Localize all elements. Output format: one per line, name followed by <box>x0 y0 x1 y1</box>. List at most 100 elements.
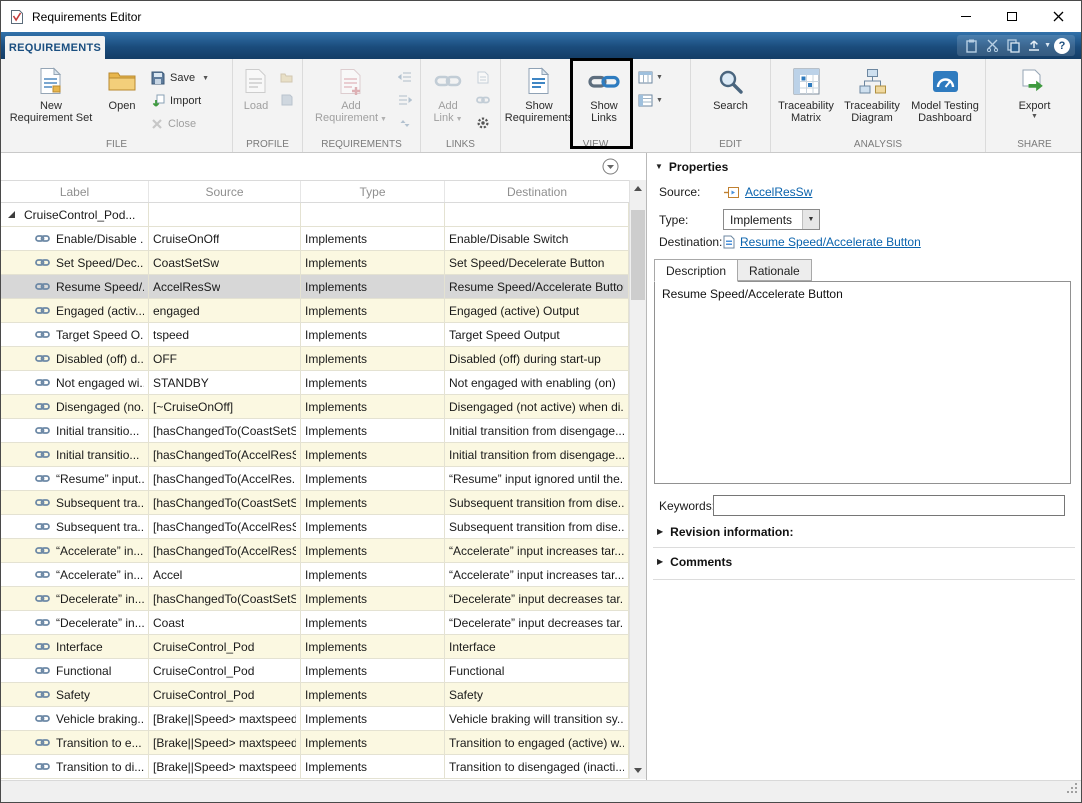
close-file-label: Close <box>168 118 196 130</box>
properties-header[interactable]: ▼ Properties <box>655 160 728 174</box>
table-row[interactable]: Transition to e... [Brake||Speed> maxtsp… <box>1 731 629 755</box>
view-columns-dropdown[interactable]: ▼ <box>638 69 663 85</box>
link-icon <box>35 521 50 532</box>
description-textarea[interactable]: Resume Speed/Accelerate Button <box>654 281 1071 484</box>
link-settings-gear-icon[interactable] <box>476 115 490 131</box>
copy-icon[interactable] <box>1004 37 1022 54</box>
row-destination: Functional <box>449 664 504 678</box>
row-label: Safety <box>56 688 90 702</box>
traceability-matrix-button[interactable]: Traceability Matrix <box>773 64 839 124</box>
table-row[interactable]: Functional CruiseControl_Pod Implements … <box>1 659 629 683</box>
publish-icon[interactable] <box>1025 37 1043 54</box>
load-profile-button[interactable]: Load <box>237 64 275 112</box>
ribbon-section-file: New Requirement Set Open Save ▼ <box>1 59 233 152</box>
table-row[interactable]: Set Speed/Dec... CoastSetSw Implements S… <box>1 251 629 275</box>
view-options-button[interactable] <box>601 157 620 176</box>
chevron-down-icon: ▼ <box>1031 113 1038 120</box>
link-icon <box>35 617 50 628</box>
destination-link[interactable]: Resume Speed/Accelerate Button <box>740 235 921 249</box>
table-row[interactable]: Disengaged (no... [~CruiseOnOff] Impleme… <box>1 395 629 419</box>
table-row[interactable]: Engaged (activ... engaged Implements Eng… <box>1 299 629 323</box>
link-edit-icon[interactable] <box>476 92 490 108</box>
table-row[interactable]: Subsequent tra... [hasChangedTo(AccelRes… <box>1 515 629 539</box>
cut-icon[interactable] <box>983 37 1001 54</box>
close-button[interactable] <box>1035 1 1081 32</box>
expand-collapse-icon[interactable] <box>7 210 16 219</box>
table-row[interactable]: Initial transitio... [hasChangedTo(Accel… <box>1 443 629 467</box>
table-row[interactable]: “Accelerate” in... [hasChangedTo(AccelRe… <box>1 539 629 563</box>
link-page-icon[interactable] <box>476 69 490 85</box>
chevron-down-icon: ▼ <box>202 75 209 82</box>
maximize-button[interactable] <box>989 1 1035 32</box>
row-source: [Brake||Speed> maxtspeed... <box>153 712 296 726</box>
chevron-down-icon[interactable]: ▼ <box>1044 42 1051 49</box>
promote-requirement-icon[interactable] <box>398 69 412 85</box>
row-destination: Vehicle braking will transition sy... <box>449 712 624 726</box>
row-label: Subsequent tra... <box>56 496 144 510</box>
tab-requirements[interactable]: REQUIREMENTS <box>5 36 105 59</box>
scroll-up-button[interactable] <box>630 180 646 197</box>
export-button[interactable]: Export ▼ <box>1007 64 1063 120</box>
save-button[interactable]: Save ▼ <box>147 67 229 89</box>
column-header-destination[interactable]: Destination <box>445 181 629 202</box>
close-file-button[interactable]: Close <box>147 113 229 135</box>
show-links-button[interactable]: Show Links <box>575 64 633 124</box>
table-row[interactable]: Interface CruiseControl_Pod Implements I… <box>1 635 629 659</box>
resize-grip[interactable] <box>1066 781 1078 799</box>
table-row[interactable]: Disabled (off) d... OFF Implements Disab… <box>1 347 629 371</box>
add-requirement-button[interactable]: Add Requirement▼ <box>309 64 393 126</box>
help-button[interactable]: ? <box>1054 38 1070 54</box>
demote-requirement-icon[interactable] <box>398 92 412 108</box>
import-button[interactable]: Import <box>147 90 229 112</box>
minimize-button[interactable] <box>943 1 989 32</box>
vertical-scrollbar[interactable] <box>629 180 646 779</box>
source-link[interactable]: AccelResSw <box>745 185 812 199</box>
table-row[interactable]: Initial transitio... [hasChangedTo(Coast… <box>1 419 629 443</box>
paste-icon[interactable] <box>962 37 980 54</box>
row-source: [hasChangedTo(AccelResS... <box>153 544 296 558</box>
column-header-type[interactable]: Type <box>301 181 445 202</box>
table-row[interactable]: Vehicle braking... [Brake||Speed> maxtsp… <box>1 707 629 731</box>
scrollbar-track[interactable] <box>630 197 646 762</box>
table-row[interactable]: Enable/Disable ... CruiseOnOff Implement… <box>1 227 629 251</box>
show-requirements-button[interactable]: Show Requirements <box>505 64 573 124</box>
ribbon-section-profile: Load PROFILE <box>233 59 303 152</box>
reorder-requirement-icon[interactable] <box>398 115 412 131</box>
scroll-down-button[interactable] <box>630 762 646 779</box>
open-folder-icon <box>108 66 136 96</box>
table-root-row[interactable]: CruiseControl_Pod... <box>1 203 629 227</box>
comments-section[interactable]: ▶ Comments <box>657 555 732 569</box>
table-row[interactable]: Not engaged wi... STANDBY Implements Not… <box>1 371 629 395</box>
table-row[interactable]: Transition to di... [Brake||Speed> maxts… <box>1 755 629 779</box>
traceability-diagram-button[interactable]: Traceability Diagram <box>839 64 905 124</box>
tab-description[interactable]: Description <box>654 259 738 282</box>
ribbon-section-share: Export ▼ SHARE <box>986 59 1082 152</box>
column-header-label[interactable]: Label <box>1 181 149 202</box>
comments-label: Comments <box>670 555 732 569</box>
new-requirement-set-button[interactable]: New Requirement Set <box>5 64 97 124</box>
profile-save-icon[interactable] <box>280 92 293 108</box>
table-row[interactable]: “Resume” input... [hasChangedTo(AccelRes… <box>1 467 629 491</box>
new-requirement-set-icon <box>39 66 63 96</box>
revision-information-section[interactable]: ▶ Revision information: <box>657 525 794 539</box>
table-row[interactable]: “Accelerate” in... Accel Implements “Acc… <box>1 563 629 587</box>
row-destination: Disabled (off) during start-up <box>449 352 601 366</box>
tab-rationale[interactable]: Rationale <box>737 259 812 281</box>
open-button[interactable]: Open <box>97 64 147 112</box>
scrollbar-thumb[interactable] <box>631 210 645 300</box>
model-testing-dashboard-button[interactable]: Model Testing Dashboard <box>905 64 985 124</box>
table-row[interactable]: “Decelerate” in... [hasChangedTo(CoastSe… <box>1 587 629 611</box>
view-filter-dropdown[interactable]: ▼ <box>638 92 663 108</box>
table-row[interactable]: Subsequent tra... [hasChangedTo(CoastSet… <box>1 491 629 515</box>
table-row[interactable]: Target Speed O... tspeed Implements Targ… <box>1 323 629 347</box>
table-row[interactable]: Safety CruiseControl_Pod Implements Safe… <box>1 683 629 707</box>
add-link-button[interactable]: Add Link▼ <box>425 64 471 126</box>
column-header-source[interactable]: Source <box>149 181 301 202</box>
table-header-row: Label Source Type Destination <box>1 180 629 203</box>
type-dropdown[interactable]: Implements ▼ <box>723 209 820 230</box>
profile-open-icon[interactable] <box>280 69 293 85</box>
search-button[interactable]: Search <box>702 64 760 112</box>
keywords-input[interactable] <box>713 495 1065 516</box>
table-row[interactable]: “Decelerate” in... Coast Implements “Dec… <box>1 611 629 635</box>
table-row[interactable]: Resume Speed/... AccelResSw Implements R… <box>1 275 629 299</box>
